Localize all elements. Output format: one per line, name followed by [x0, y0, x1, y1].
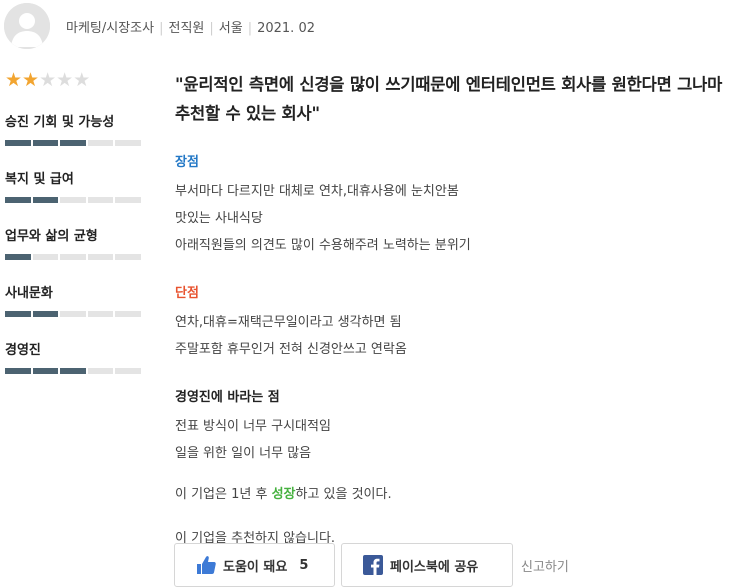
wish-list: 전표 방식이 너무 구시대적임 일을 위한 일이 너무 많음 — [175, 413, 752, 467]
score-segment-empty — [87, 368, 114, 374]
category-label: 승진 기회 및 가능성 — [5, 115, 115, 130]
pros-item: 아래직원들의 의견도 많이 수용해주려 노력하는 분위기 — [175, 238, 471, 253]
score-segment-empty — [115, 368, 141, 374]
star-filled-icon: ★ — [5, 69, 23, 91]
growth-highlight: 성장 — [271, 487, 296, 502]
review-actions: 도움이 돼요 5 페이스북에 공유 신고하기 — [174, 543, 569, 587]
score-segment-filled — [60, 368, 86, 374]
author-status: 전직원 — [168, 21, 205, 36]
growth-prefix: 이 기업은 1년 후 — [175, 487, 272, 502]
category-score-bar — [5, 311, 141, 317]
meta-divider: | — [159, 21, 164, 36]
cons-item: 연차,대휴=재택근무일이라고 생각하면 됨 — [175, 315, 402, 330]
growth-suffix: 하고 있을 것이다. — [295, 487, 392, 502]
score-segment-empty — [87, 140, 114, 146]
cons-item: 주말포함 휴무인거 전혀 신경안쓰고 연락옴 — [175, 342, 407, 357]
score-segment-empty — [115, 311, 141, 317]
avatar — [4, 3, 50, 49]
review-headline: "윤리적인 측면에 신경을 많이 쓰기때문에 엔터테인먼트 회사를 원한다면 그… — [175, 70, 752, 128]
user-silhouette-icon — [4, 3, 50, 49]
score-segment-empty — [60, 254, 86, 260]
star-rating: ★★★★★ — [5, 69, 90, 91]
score-segment-empty — [115, 197, 141, 203]
score-segment-empty — [87, 254, 114, 260]
category-rating: 경영진 — [5, 342, 141, 399]
score-segment-filled — [5, 368, 31, 374]
pros-item: 맛있는 사내식당 — [175, 211, 263, 226]
thumbs-up-icon — [195, 554, 217, 576]
wish-item: 일을 위한 일이 너무 많음 — [175, 446, 312, 461]
review-headline-line-2: 추천할 수 있는 회사" — [175, 104, 320, 123]
category-label: 업무와 삶의 균형 — [5, 229, 98, 244]
facebook-icon — [362, 554, 384, 576]
pros-item: 부서마다 다르지만 대체로 연차,대휴사용에 눈치안봄 — [175, 184, 459, 199]
review-meta: 마케팅/시장조사 | 전직원 | 서울 | 2021. 02 — [66, 20, 315, 38]
score-segment-filled — [32, 197, 59, 203]
score-segment-filled — [5, 254, 31, 260]
score-segment-filled — [32, 368, 59, 374]
wish-item: 전표 방식이 너무 구시대적임 — [175, 419, 331, 434]
author-location: 서울 — [218, 21, 243, 36]
facebook-share-button[interactable]: 페이스북에 공유 — [341, 543, 513, 587]
score-segment-empty — [115, 140, 141, 146]
score-segment-filled — [5, 197, 31, 203]
category-label: 경영진 — [5, 343, 41, 358]
score-segment-filled — [32, 140, 59, 146]
cons-list: 연차,대휴=재택근무일이라고 생각하면 됨 주말포함 휴무인거 전혀 신경안쓰고… — [175, 309, 752, 363]
meta-divider: | — [209, 21, 214, 36]
helpful-label: 도움이 돼요 — [223, 559, 288, 575]
star-empty-icon: ★ — [73, 69, 91, 91]
category-ratings: 승진 기회 및 가능성복지 및 급여업무와 삶의 균형사내문화경영진 — [5, 114, 141, 399]
category-rating: 복지 및 급여 — [5, 171, 141, 228]
category-rating: 승진 기회 및 가능성 — [5, 114, 141, 171]
category-rating: 사내문화 — [5, 285, 141, 342]
cons-title: 단점 — [175, 286, 199, 301]
report-link[interactable]: 신고하기 — [521, 556, 569, 575]
facebook-share-label: 페이스북에 공유 — [390, 559, 479, 575]
category-score-bar — [5, 140, 141, 146]
review-body: "윤리적인 측면에 신경을 많이 쓰기때문에 엔터테인먼트 회사를 원한다면 그… — [175, 70, 752, 552]
helpful-button[interactable]: 도움이 돼요 5 — [174, 543, 335, 587]
score-segment-empty — [87, 197, 114, 203]
wish-title: 경영진에 바라는 점 — [175, 390, 280, 405]
category-label: 복지 및 급여 — [5, 172, 74, 187]
category-score-bar — [5, 254, 141, 260]
score-segment-empty — [115, 254, 141, 260]
score-segment-empty — [60, 311, 86, 317]
star-empty-icon: ★ — [56, 69, 74, 91]
meta-divider: | — [247, 21, 253, 36]
score-segment-filled — [60, 140, 86, 146]
score-segment-empty — [87, 311, 114, 317]
growth-forecast: 이 기업은 1년 후 성장하고 있을 것이다. — [175, 481, 752, 508]
star-filled-icon: ★ — [22, 69, 40, 91]
score-segment-empty — [60, 197, 86, 203]
category-score-bar — [5, 197, 141, 203]
star-empty-icon: ★ — [39, 69, 57, 91]
score-segment-filled — [5, 311, 31, 317]
pros-list: 부서마다 다르지만 대체로 연차,대휴사용에 눈치안봄 맛있는 사내식당 아래직… — [175, 178, 752, 259]
category-label: 사내문화 — [5, 286, 53, 301]
review-date: 2021. 02 — [257, 21, 315, 36]
score-segment-empty — [32, 254, 59, 260]
helpful-count: 5 — [299, 557, 309, 573]
pros-title: 장점 — [175, 155, 199, 170]
review-headline-line-1: "윤리적인 측면에 신경을 많이 쓰기때문에 엔터테인먼트 회사를 원한다면 그… — [175, 75, 723, 94]
score-segment-filled — [5, 140, 31, 146]
category-rating: 업무와 삶의 균형 — [5, 228, 141, 285]
author-job: 마케팅/시장조사 — [66, 21, 155, 36]
category-score-bar — [5, 368, 141, 374]
score-segment-filled — [32, 311, 59, 317]
